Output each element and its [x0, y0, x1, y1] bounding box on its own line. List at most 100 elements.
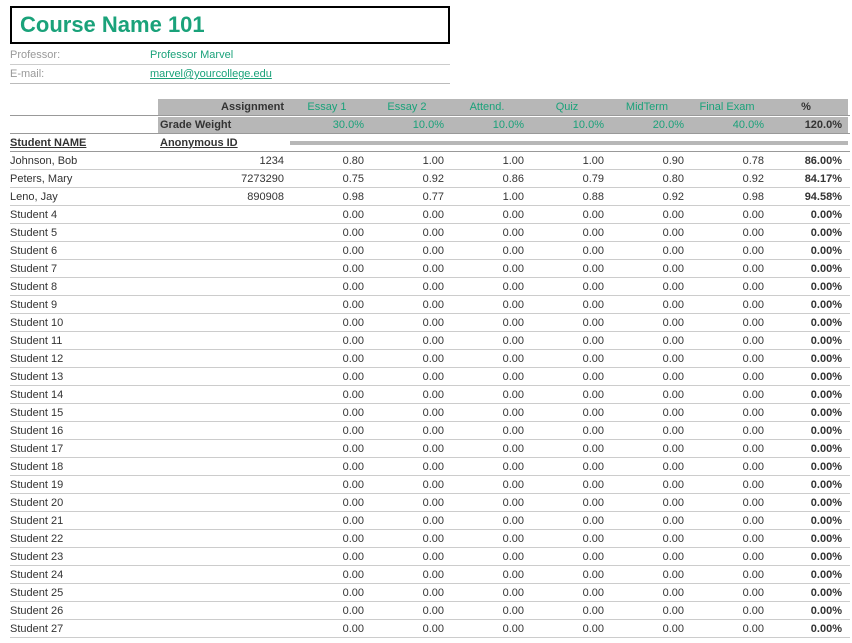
- score-cell: 0.00: [370, 387, 450, 403]
- score-cell: 0.00: [610, 207, 690, 223]
- score-cell: 0.00: [450, 351, 530, 367]
- score-cell: 0.00: [530, 585, 610, 601]
- score-cell: 0.00: [610, 369, 690, 385]
- score-cell: 0.00: [530, 603, 610, 619]
- score-cell: 0.86: [450, 171, 530, 187]
- score-cell: 0.00: [690, 315, 770, 331]
- score-cell: 0.00: [610, 459, 690, 475]
- percent-cell: 0.00%: [770, 351, 848, 367]
- anonymous-id: [158, 429, 290, 433]
- score-cell: 0.00: [450, 405, 530, 421]
- score-cell: 0.00: [690, 225, 770, 241]
- grade-weight-label: Grade Weight: [158, 117, 290, 133]
- table-row: Student 190.000.000.000.000.000.000.00%: [10, 476, 850, 494]
- anonymous-id: [158, 555, 290, 559]
- score-cell: 0.00: [450, 621, 530, 637]
- score-cell: 0.00: [530, 531, 610, 547]
- percent-cell: 0.00%: [770, 243, 848, 259]
- student-name: Student 9: [10, 297, 158, 313]
- student-name: Student 15: [10, 405, 158, 421]
- student-name: Student 23: [10, 549, 158, 565]
- table-row: Student 260.000.000.000.000.000.000.00%: [10, 602, 850, 620]
- email-value[interactable]: marvel@yourcollege.edu: [150, 68, 272, 80]
- score-cell: 0.00: [690, 243, 770, 259]
- score-cell: 0.00: [610, 531, 690, 547]
- table-row: Student 170.000.000.000.000.000.000.00%: [10, 440, 850, 458]
- weight-0: 30.0%: [290, 117, 370, 133]
- score-cell: 0.00: [690, 423, 770, 439]
- score-cell: 0.00: [610, 621, 690, 637]
- anonymous-id: [158, 537, 290, 541]
- anonymous-id: [158, 357, 290, 361]
- percent-header: %: [770, 99, 848, 115]
- score-cell: 0.00: [530, 297, 610, 313]
- score-cell: 0.00: [450, 387, 530, 403]
- student-name: Student 13: [10, 369, 158, 385]
- score-cell: 0.00: [450, 243, 530, 259]
- assignment-col-5: Final Exam: [690, 99, 770, 115]
- score-cell: 0.00: [610, 549, 690, 565]
- professor-value: Professor Marvel: [150, 49, 233, 61]
- score-cell: 0.00: [530, 441, 610, 457]
- weight-5: 40.0%: [690, 117, 770, 133]
- score-cell: 0.00: [450, 207, 530, 223]
- score-cell: 0.00: [290, 243, 370, 259]
- score-cell: 0.00: [450, 531, 530, 547]
- anonymous-id: 7273290: [158, 171, 290, 187]
- score-cell: 0.00: [530, 495, 610, 511]
- score-cell: 0.00: [290, 207, 370, 223]
- score-cell: 0.00: [370, 369, 450, 385]
- score-cell: 0.00: [290, 369, 370, 385]
- percent-cell: 0.00%: [770, 531, 848, 547]
- score-cell: 0.00: [290, 261, 370, 277]
- table-row: Leno, Jay8909080.980.771.000.880.920.989…: [10, 188, 850, 206]
- score-cell: 0.00: [690, 477, 770, 493]
- score-cell: 0.00: [370, 261, 450, 277]
- table-row: Student 230.000.000.000.000.000.000.00%: [10, 548, 850, 566]
- student-name: Student 25: [10, 585, 158, 601]
- anonymous-id: [158, 465, 290, 469]
- percent-cell: 0.00%: [770, 621, 848, 637]
- score-cell: 0.00: [690, 405, 770, 421]
- email-row: E-mail: marvel@yourcollege.edu: [10, 64, 450, 83]
- score-cell: 0.00: [610, 279, 690, 295]
- score-cell: 0.00: [370, 513, 450, 529]
- score-cell: 0.00: [530, 513, 610, 529]
- score-cell: 0.00: [370, 315, 450, 331]
- score-cell: 0.00: [290, 531, 370, 547]
- percent-cell: 0.00%: [770, 513, 848, 529]
- score-cell: 0.00: [370, 585, 450, 601]
- score-cell: 0.00: [290, 225, 370, 241]
- percent-cell: 0.00%: [770, 333, 848, 349]
- score-cell: 0.00: [370, 243, 450, 259]
- score-cell: 0.00: [290, 585, 370, 601]
- score-cell: 0.00: [530, 207, 610, 223]
- anonymous-id: [158, 627, 290, 631]
- score-cell: 0.00: [530, 351, 610, 367]
- score-cell: 0.00: [370, 351, 450, 367]
- student-name: Student 6: [10, 243, 158, 259]
- score-cell: 0.00: [690, 261, 770, 277]
- score-cell: 0.00: [370, 225, 450, 241]
- score-cell: 0.00: [690, 387, 770, 403]
- score-cell: 0.00: [690, 369, 770, 385]
- anonymous-id: [158, 411, 290, 415]
- percent-cell: 0.00%: [770, 423, 848, 439]
- anonymous-id: [158, 447, 290, 451]
- score-cell: 0.00: [370, 423, 450, 439]
- score-cell: 0.00: [450, 603, 530, 619]
- table-row: Johnson, Bob12340.801.001.001.000.900.78…: [10, 152, 850, 170]
- score-cell: 0.00: [290, 405, 370, 421]
- student-name: Student 24: [10, 567, 158, 583]
- table-row: Student 60.000.000.000.000.000.000.00%: [10, 242, 850, 260]
- score-cell: 0.00: [690, 567, 770, 583]
- score-cell: 0.00: [610, 405, 690, 421]
- score-cell: 0.00: [610, 567, 690, 583]
- student-name: Student 21: [10, 513, 158, 529]
- table-row: Student 250.000.000.000.000.000.000.00%: [10, 584, 850, 602]
- anonymous-id: [158, 213, 290, 217]
- student-name: Student 17: [10, 441, 158, 457]
- table-row: Student 130.000.000.000.000.000.000.00%: [10, 368, 850, 386]
- student-name: Student 14: [10, 387, 158, 403]
- score-cell: 0.00: [530, 225, 610, 241]
